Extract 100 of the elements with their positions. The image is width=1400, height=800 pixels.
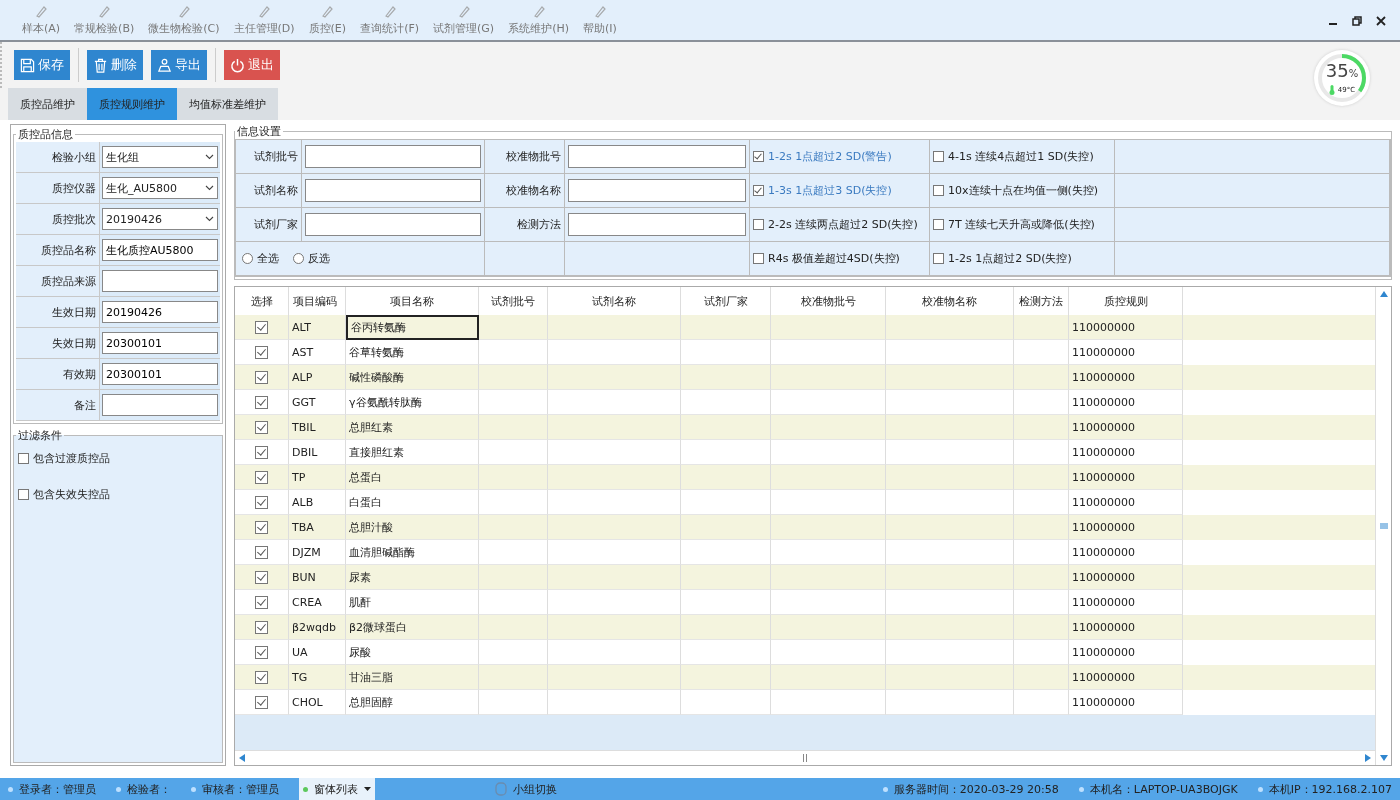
up-arrow-icon[interactable] [1379, 291, 1388, 297]
input-field[interactable]: 20190426 [102, 301, 218, 323]
rule-checkbox[interactable]: 1-2s 1点超过2 SD(警告) [753, 149, 892, 164]
horizontal-scrollbar[interactable] [235, 750, 1375, 765]
power-icon[interactable] [230, 57, 245, 73]
table-cell: 110000000 [1072, 495, 1135, 509]
row-checkbox[interactable] [255, 420, 268, 434]
dropdown[interactable]: 20190426 [102, 208, 218, 230]
row-checkbox[interactable] [255, 370, 268, 384]
caret-icon[interactable] [364, 787, 371, 791]
input-field[interactable] [305, 145, 481, 168]
table-cell: 总蛋白 [349, 469, 382, 485]
menu-item[interactable]: 微生物检验(C) [142, 0, 226, 40]
radio-button[interactable]: 全选 [242, 251, 279, 266]
menu-item[interactable]: 查询统计(F) [354, 0, 426, 40]
row-checkbox[interactable] [255, 445, 268, 459]
toolbar-button[interactable]: 删除 [87, 50, 143, 80]
row-checkbox[interactable] [255, 670, 268, 684]
checkbox[interactable]: 包含失效失控品 [18, 487, 110, 502]
table-cell: 110000000 [1072, 345, 1135, 359]
status-button[interactable]: 小组切换 [513, 781, 557, 797]
table-cell: 110000000 [1072, 570, 1135, 584]
input-field[interactable] [568, 145, 746, 168]
rule-checkbox[interactable]: 1-3s 1点超过3 SD(失控) [753, 183, 892, 198]
tab[interactable]: 均值标准差维护 [177, 88, 278, 120]
input-field[interactable] [568, 213, 746, 236]
toolbar-button[interactable]: 导出 [151, 50, 207, 80]
table-cell: 谷丙转氨酶 [351, 320, 406, 335]
table-cell: 谷草转氨酶 [349, 344, 404, 360]
chevron-down-icon[interactable] [205, 185, 214, 191]
input-field[interactable]: 20300101 [102, 363, 218, 385]
rule-checkbox[interactable]: R4s 极值差超过4SD(失控) [753, 251, 900, 266]
table-cell: 110000000 [1072, 445, 1135, 459]
pen-icon[interactable] [320, 4, 335, 18]
tab[interactable]: 质控品维护 [8, 88, 87, 120]
rule-checkbox[interactable]: 10x连续十点在均值一侧(失控) [933, 183, 1099, 198]
pen-icon[interactable] [97, 4, 112, 18]
row-checkbox[interactable] [255, 495, 268, 509]
rule-checkbox[interactable]: 4-1s 连续4点超过1 SD(失控) [933, 149, 1094, 164]
table-cell: 甘油三脂 [349, 669, 393, 685]
toolbar-button[interactable]: 退出 [224, 50, 280, 80]
menu-item[interactable]: 主任管理(D) [227, 0, 301, 40]
table-cell: TG [292, 670, 308, 684]
down-arrow-icon[interactable] [1379, 755, 1388, 761]
trash-icon[interactable] [93, 57, 108, 73]
input-field[interactable]: 20300101 [102, 332, 218, 354]
pen-icon[interactable] [34, 4, 49, 18]
table-cell: ALB [292, 495, 314, 509]
menu-item[interactable]: 试剂管理(G) [427, 0, 501, 40]
input-field[interactable]: 生化质控AU5800 [102, 239, 218, 261]
pen-icon[interactable] [257, 4, 272, 18]
status-text: 服务器时间：2020-03-29 20:58 [893, 781, 1059, 797]
row-checkbox[interactable] [255, 570, 268, 584]
input-field[interactable] [568, 179, 746, 202]
menu-item[interactable]: 常规检验(B) [68, 0, 141, 40]
rule-checkbox[interactable]: 1-2s 1点超过2 SD(失控) [933, 251, 1072, 266]
menu-item[interactable]: 系统维护(H) [502, 0, 575, 40]
dropdown[interactable]: 生化_AU5800 [102, 177, 218, 199]
menu-item[interactable]: 质控(E) [302, 0, 353, 40]
rule-checkbox[interactable]: 2-2s 连续两点超过2 SD(失控) [753, 217, 918, 232]
field-label: 检测方法 [517, 217, 561, 232]
row-checkbox[interactable] [255, 595, 268, 609]
field-label: 试剂名称 [254, 183, 298, 198]
rule-checkbox[interactable]: 7T 连续七天升高或降低(失控) [933, 217, 1095, 232]
row-checkbox[interactable] [255, 520, 268, 534]
input-field[interactable] [102, 394, 218, 416]
tab[interactable]: 质控规则维护 [87, 88, 177, 120]
row-checkbox[interactable] [255, 470, 268, 484]
status-dot-icon [191, 786, 196, 792]
row-checkbox[interactable] [255, 645, 268, 659]
left-arrow-icon[interactable] [239, 754, 245, 762]
row-checkbox[interactable] [255, 695, 268, 709]
menu-item[interactable]: 帮助(I) [577, 0, 623, 40]
menu-item[interactable]: 样本(A) [16, 0, 67, 40]
row-checkbox[interactable] [255, 345, 268, 359]
table-cell: TP [292, 470, 306, 484]
right-arrow-icon[interactable] [1365, 754, 1371, 762]
input-field[interactable] [305, 179, 481, 202]
row-checkbox[interactable] [255, 620, 268, 634]
vertical-scrollbar[interactable] [1375, 287, 1391, 765]
column-header[interactable]: 项目名称 [346, 287, 479, 315]
toolbar-button[interactable]: 保存 [14, 50, 70, 80]
input-field[interactable] [102, 270, 218, 292]
row-checkbox[interactable] [255, 320, 268, 334]
checkbox[interactable]: 包含过渡质控品 [18, 451, 110, 466]
input-field[interactable] [305, 213, 481, 236]
table-cell: 110000000 [1072, 420, 1135, 434]
field-label: 校准物名称 [506, 183, 561, 198]
close-icon[interactable] [1376, 16, 1386, 26]
table-cell: 尿酸 [349, 644, 371, 660]
dropdown[interactable]: 生化组 [102, 146, 218, 168]
chevron-down-icon[interactable] [205, 216, 214, 222]
chevron-down-icon[interactable] [205, 154, 214, 160]
person-icon[interactable] [157, 57, 172, 73]
row-checkbox[interactable] [255, 395, 268, 409]
table-cell: 110000000 [1072, 670, 1135, 684]
restore-icon[interactable] [1352, 16, 1362, 26]
grip-icon[interactable] [1379, 523, 1388, 529]
row-checkbox[interactable] [255, 545, 268, 559]
radio-button[interactable]: 反选 [293, 251, 330, 266]
